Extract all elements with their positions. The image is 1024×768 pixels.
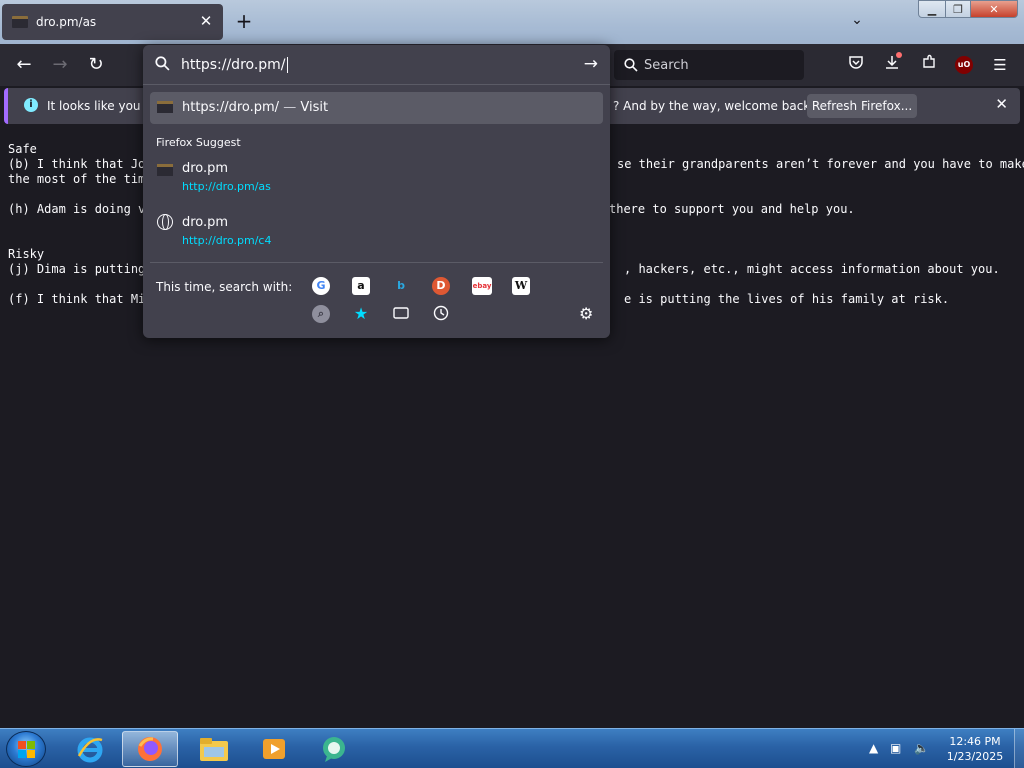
browser-tab[interactable]: dro.pm/as ✕ <box>2 4 223 40</box>
show-hidden-icons[interactable]: ▲ <box>869 741 878 755</box>
search-placeholder: Search <box>644 57 689 73</box>
ublock-origin-icon[interactable]: uO <box>955 56 973 74</box>
maximize-button[interactable]: ❐ <box>945 0 971 18</box>
file-explorer-icon[interactable] <box>186 731 242 767</box>
suggestion-url: http://dro.pm/as <box>182 180 271 193</box>
folder-favicon-icon <box>12 16 28 28</box>
download-badge <box>896 52 902 58</box>
oneoff-label: This time, search with: <box>156 280 293 294</box>
window-close-button[interactable]: ✕ <box>970 0 1018 18</box>
page-line-right: e is putting the lives of his family at … <box>624 292 950 306</box>
folder-favicon-icon <box>157 101 173 113</box>
start-button[interactable] <box>6 731 46 767</box>
info-icon: i <box>24 98 38 112</box>
suggestion-row[interactable]: dro.pm http://dro.pm/as <box>150 158 603 198</box>
list-all-tabs-icon[interactable]: ⌄ <box>848 12 866 30</box>
internet-explorer-icon[interactable] <box>62 731 118 767</box>
globe-icon <box>157 214 173 230</box>
windows-logo-icon <box>18 741 36 759</box>
page-line-right: se their grandparents aren’t forever and… <box>617 157 1024 171</box>
messenger-app-icon[interactable] <box>306 731 362 767</box>
go-arrow-icon[interactable]: → <box>584 54 598 74</box>
notification-message-end: ? And by the way, welcome back! <box>613 99 816 113</box>
tabs-icon[interactable] <box>392 306 410 324</box>
reload-icon[interactable]: ↻ <box>84 53 108 77</box>
pocket-icon[interactable] <box>845 54 867 76</box>
page-line-right: , hackers, etc., might access informatio… <box>624 262 1000 276</box>
clock-time: 12:46 PM <box>949 735 1001 748</box>
refresh-firefox-button[interactable]: Refresh Firefox... <box>807 94 917 118</box>
media-player-icon[interactable] <box>246 731 302 767</box>
heuristic-result[interactable]: https://dro.pm/ — Visit <box>150 92 603 124</box>
wikipedia-icon[interactable]: W <box>512 277 530 295</box>
suggestion-row[interactable]: dro.pm http://dro.pm/c4 <box>150 212 603 252</box>
history-clock-icon[interactable] <box>432 305 450 323</box>
urlbar-popup: https://dro.pm/ → https://dro.pm/ — Visi… <box>143 45 610 338</box>
search-tabs-icon[interactable]: ⌕ <box>312 305 330 323</box>
search-icon <box>624 58 638 72</box>
suggestion-url: http://dro.pm/c4 <box>182 234 272 247</box>
duckduckgo-icon[interactable]: D <box>432 277 450 295</box>
clock-date: 1/23/2025 <box>946 750 1004 763</box>
forward-arrow-icon[interactable]: → <box>48 53 72 77</box>
page-line-right: there to support you and help you. <box>609 202 855 216</box>
bing-icon[interactable]: b <box>392 277 410 295</box>
page-line: (j) Dima is putting <box>8 262 146 276</box>
system-clock[interactable]: 12:46 PM 1/23/2025 <box>940 734 1010 764</box>
volume-muted-icon[interactable]: 🔈 <box>914 741 929 755</box>
tab-title: dro.pm/as <box>36 15 97 29</box>
address-bar[interactable]: https://dro.pm/ → <box>143 45 610 85</box>
amazon-icon[interactable]: a <box>352 277 370 295</box>
extensions-icon[interactable] <box>918 54 940 76</box>
suggestion-title: dro.pm <box>182 161 229 176</box>
page-line: Safe <box>8 142 37 156</box>
tab-strip: dro.pm/as ✕ + ⌄ ▁ ❐ ✕ <box>0 0 1024 44</box>
google-icon[interactable]: G <box>312 277 330 295</box>
page-line: (h) Adam is doing v <box>8 202 146 216</box>
search-icon <box>155 56 170 71</box>
heuristic-url: https://dro.pm/ <box>182 100 280 115</box>
page-line: Risky <box>8 247 45 261</box>
heuristic-line: https://dro.pm/ — Visit <box>182 100 328 115</box>
bookmarks-star-icon[interactable]: ★ <box>352 305 370 323</box>
search-settings-gear-icon[interactable]: ⚙ <box>579 304 593 323</box>
search-input[interactable]: Search <box>614 50 804 80</box>
close-notification-icon[interactable]: ✕ <box>995 95 1008 113</box>
app-menu-icon[interactable]: ☰ <box>989 54 1011 76</box>
windows-taskbar: ▲ ▣ 🔈 12:46 PM 1/23/2025 <box>0 728 1024 768</box>
minimize-button[interactable]: ▁ <box>918 0 946 18</box>
folder-favicon-icon <box>157 164 173 176</box>
page-line: (b) I think that Jor <box>8 157 153 171</box>
back-arrow-icon[interactable]: ← <box>12 53 36 77</box>
page-line: the most of the tim <box>8 172 146 186</box>
show-desktop-button[interactable] <box>1014 729 1024 768</box>
new-tab-button[interactable]: + <box>233 10 255 32</box>
ebay-icon[interactable]: ebay <box>472 277 492 295</box>
heuristic-action: Visit <box>300 100 329 115</box>
address-input[interactable]: https://dro.pm/ <box>181 57 288 73</box>
page-line: (f) I think that Mi <box>8 292 146 306</box>
close-tab-icon[interactable]: ✕ <box>197 12 215 30</box>
divider <box>150 262 603 263</box>
firefox-taskbar-icon[interactable] <box>122 731 178 767</box>
suggestion-title: dro.pm <box>182 215 229 230</box>
suggest-header: Firefox Suggest <box>156 136 241 149</box>
network-icon[interactable]: ▣ <box>890 741 901 755</box>
screen: { "browser": { "tab": { "title": "dro.pm… <box>0 0 1024 768</box>
heuristic-separator: — <box>283 100 297 115</box>
